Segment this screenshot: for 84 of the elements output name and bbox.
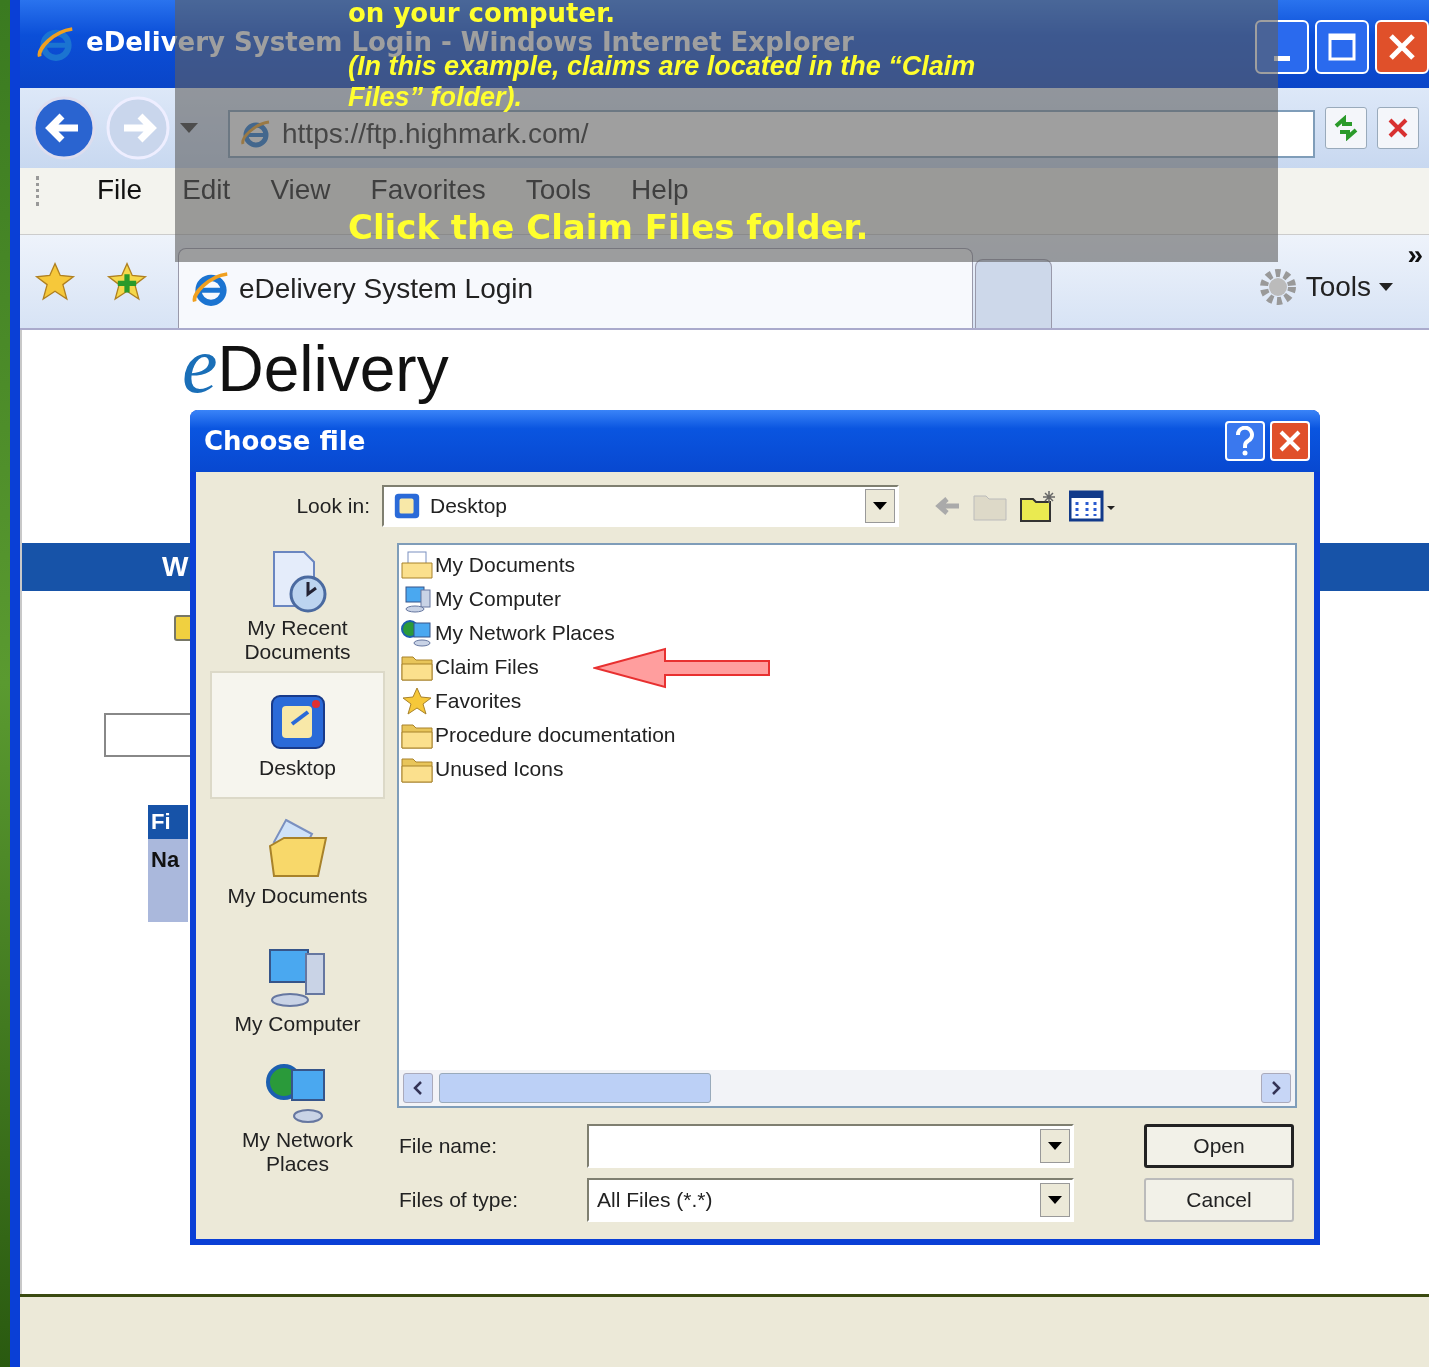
stop-button[interactable]: [1377, 107, 1419, 149]
file-type-dropdown[interactable]: All Files (*.*): [587, 1178, 1074, 1222]
star-icon[interactable]: [34, 261, 76, 302]
network-computer-icon: [401, 619, 433, 647]
menu-item[interactable]: Tools: [505, 174, 612, 206]
field-label: Na: [150, 846, 181, 873]
menu-item[interactable]: View: [250, 174, 351, 206]
left-chevron-icon: [413, 1081, 423, 1095]
minimize-icon: [1274, 55, 1290, 61]
callout-instruction: Click the Claim Files folder.: [348, 207, 869, 247]
file-name-field[interactable]: [587, 1124, 1074, 1168]
file-list-item[interactable]: My Computer: [399, 582, 562, 616]
back-button[interactable]: [32, 96, 96, 160]
new-folder-button[interactable]: [1019, 489, 1057, 523]
close-button[interactable]: [1375, 20, 1429, 74]
open-button[interactable]: Open: [1144, 1124, 1294, 1168]
right-chevron-icon: [1271, 1081, 1281, 1095]
minimize-button[interactable]: [1255, 20, 1309, 74]
gear-icon: [1257, 267, 1298, 307]
caret-icon: [1379, 283, 1393, 291]
close-icon: [1278, 429, 1302, 453]
file-list-item[interactable]: Claim Files: [399, 650, 539, 684]
places-item[interactable]: Desktop: [210, 671, 385, 799]
browser-tab[interactable]: eDelivery System Login: [178, 248, 973, 328]
new-folder-icon: [1019, 489, 1057, 523]
callout-note: Files” folder).: [348, 83, 523, 111]
folder-icon: [401, 755, 433, 783]
help-button[interactable]: [1225, 421, 1265, 461]
logo-mark: e: [182, 325, 218, 405]
cancel-button[interactable]: Cancel: [1144, 1178, 1294, 1222]
scroll-left-button[interactable]: [403, 1073, 433, 1103]
file-type-label: Files of type:: [398, 1188, 520, 1212]
places-item[interactable]: My Network Places: [210, 1055, 385, 1183]
maximize-icon: [1327, 32, 1357, 62]
file-list-item[interactable]: Unused Icons: [399, 752, 564, 786]
desktop-icon: [392, 491, 422, 521]
window-title: eDelivery System Login - Windows Internet Explorer: [86, 28, 854, 56]
caret-icon: [873, 502, 887, 510]
document-folder-icon: [401, 551, 433, 579]
refresh-button[interactable]: [1325, 107, 1367, 149]
menu-item[interactable]: Favorites: [350, 174, 506, 206]
file-name-label: File name:: [398, 1134, 499, 1158]
folder-icon: [401, 653, 433, 681]
scroll-right-button[interactable]: [1261, 1073, 1291, 1103]
menu-item[interactable]: Edit: [162, 174, 251, 206]
back-arrow-icon: [933, 496, 961, 516]
star-icon: [401, 687, 433, 715]
maximize-button[interactable]: [1315, 20, 1369, 74]
view-menu-button[interactable]: [1069, 490, 1115, 522]
file-list-item[interactable]: My Documents: [399, 548, 576, 582]
tools-menu-button[interactable]: Tools: [1251, 266, 1399, 308]
places-item[interactable]: My Documents: [210, 799, 385, 927]
more-commands-button[interactable]: »: [1407, 239, 1423, 271]
help-icon: [1234, 426, 1256, 456]
close-icon: [1387, 32, 1417, 62]
callout-text: on your computer.: [348, 0, 616, 26]
dropdown-arrow-icon[interactable]: [180, 123, 198, 133]
dialog-title: Choose file: [204, 426, 367, 456]
menu-item[interactable]: File: [77, 174, 163, 206]
menu-item[interactable]: Help: [611, 174, 709, 206]
file-list-item[interactable]: My Network Places: [399, 616, 615, 650]
dropdown-arrow-button[interactable]: [1040, 1129, 1070, 1163]
stop-icon: [1386, 116, 1410, 140]
folder-icon: [401, 721, 433, 749]
places-item[interactable]: My Recent Documents: [210, 543, 385, 671]
file-list-item[interactable]: Favorites: [399, 684, 522, 718]
places-item[interactable]: My Computer: [210, 927, 385, 1055]
view-grid-icon: [1069, 490, 1115, 522]
close-button[interactable]: [1270, 421, 1310, 461]
caret-icon: [1048, 1142, 1062, 1150]
refresh-icon: [1333, 115, 1359, 141]
horizontal-scrollbar[interactable]: [399, 1070, 1295, 1106]
look-in-dropdown[interactable]: Desktop: [382, 485, 899, 527]
caret-icon: [1048, 1196, 1062, 1204]
look-in-label: Look in:: [295, 494, 371, 518]
section-header: Fi: [148, 805, 188, 839]
file-list-item[interactable]: Procedure documentation: [399, 718, 676, 752]
dropdown-arrow-button[interactable]: [865, 489, 895, 523]
new-tab-button[interactable]: [975, 259, 1052, 328]
browser-icon: [240, 118, 272, 150]
add-favorite-icon[interactable]: [106, 261, 148, 302]
dropdown-arrow-button[interactable]: [1040, 1183, 1070, 1217]
banner-text: W: [162, 551, 189, 583]
scrollbar-thumb[interactable]: [439, 1073, 711, 1103]
